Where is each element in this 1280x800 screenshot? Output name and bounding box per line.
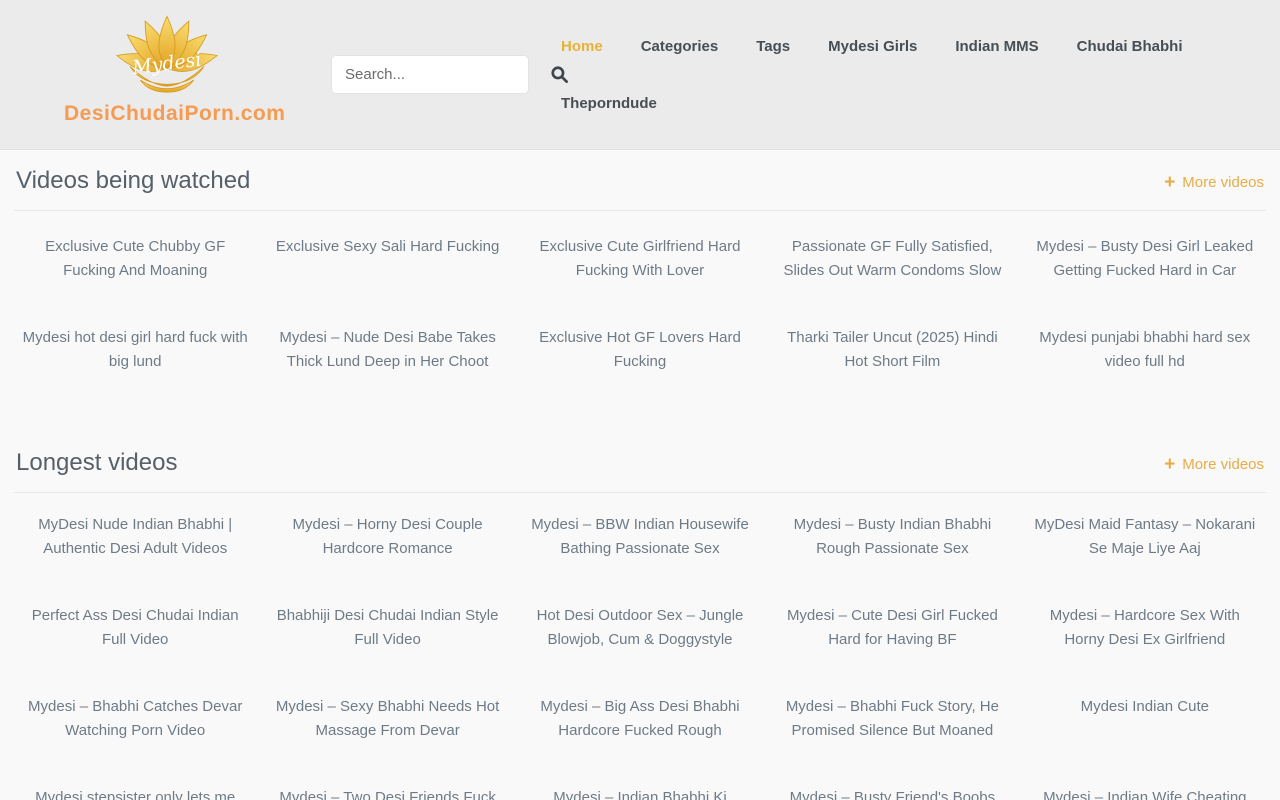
video-title-link[interactable]: Mydesi – Cute Desi Girl Fucked Hard for …: [771, 604, 1013, 652]
video-title-link[interactable]: Mydesi – Indian Bhabhi Ki Zabardast Chud…: [519, 786, 761, 800]
section-header: Longest videos + More videos: [14, 432, 1266, 493]
search-box: [332, 56, 528, 93]
video-title-link[interactable]: Exclusive Cute Chubby GF Fucking And Moa…: [14, 235, 256, 283]
video-title-link[interactable]: Mydesi – Nude Desi Babe Takes Thick Lund…: [266, 326, 508, 374]
more-videos-label: More videos: [1182, 454, 1264, 476]
video-title-link[interactable]: Tharki Tailer Uncut (2025) Hindi Hot Sho…: [771, 326, 1013, 374]
video-title-link[interactable]: Exclusive Cute Girlfriend Hard Fucking W…: [519, 235, 761, 283]
video-title-link[interactable]: Perfect Ass Desi Chudai Indian Full Vide…: [14, 604, 256, 652]
video-title-link[interactable]: Mydesi – Big Ass Desi Bhabhi Hardcore Fu…: [519, 695, 761, 743]
nav-item[interactable]: Theporndude: [561, 94, 657, 114]
video-title-link[interactable]: Mydesi – Hardcore Sex With Horny Desi Ex…: [1024, 604, 1266, 652]
video-title-link[interactable]: Exclusive Sexy Sali Hard Fucking: [266, 235, 508, 283]
more-videos-label: More videos: [1182, 172, 1264, 194]
video-title-link[interactable]: Mydesi – Horny Desi Couple Hardcore Roma…: [266, 513, 508, 561]
video-title-link[interactable]: Mydesi – Indian Wife Cheating with Neigh…: [1024, 786, 1266, 800]
video-title-link[interactable]: Hot Desi Outdoor Sex – Jungle Blowjob, C…: [519, 604, 761, 652]
nav-item[interactable]: Indian MMS: [955, 37, 1038, 57]
main-content: Videos being watched + More videos Exclu…: [0, 150, 1280, 800]
more-videos-link[interactable]: + More videos: [1164, 454, 1264, 478]
more-videos-link[interactable]: + More videos: [1164, 172, 1264, 196]
section-title: Longest videos: [16, 448, 177, 478]
video-title-link[interactable]: Mydesi Indian Cute: [1024, 695, 1266, 743]
site-logo[interactable]: Mydesi DesiChudaiPorn.com: [64, 12, 269, 126]
nav-item[interactable]: Mydesi Girls: [828, 37, 917, 57]
section-videos-being-watched: Videos being watched + More videos Exclu…: [14, 150, 1266, 417]
video-title-link[interactable]: MyDesi Nude Indian Bhabhi | Authentic De…: [14, 513, 256, 561]
video-title-link[interactable]: Mydesi punjabi bhabhi hard sex video ful…: [1024, 326, 1266, 374]
plus-icon: +: [1164, 456, 1175, 474]
video-title-link[interactable]: Mydesi stepsister only lets me touch her…: [14, 786, 256, 800]
nav-item[interactable]: Tags: [756, 37, 790, 57]
nav-item[interactable]: Categories: [641, 37, 719, 57]
site-name: DesiChudaiPorn.com: [64, 102, 269, 126]
site-header: Mydesi DesiChudaiPorn.com Home Categorie…: [0, 0, 1280, 150]
video-title-link[interactable]: Passionate GF Fully Satisfied, Slides Ou…: [771, 235, 1013, 283]
video-title-link[interactable]: MyDesi Maid Fantasy – Nokarani Se Maje L…: [1024, 513, 1266, 561]
video-title-link[interactable]: Mydesi – Busty Friend's Boobs and Bum To…: [771, 786, 1013, 800]
video-title-link[interactable]: Mydesi hot desi girl hard fuck with big …: [14, 326, 256, 374]
main-nav: Home Categories Tags Mydesi Girls Indian…: [561, 0, 1241, 114]
video-grid: MyDesi Nude Indian Bhabhi | Authentic De…: [14, 513, 1266, 800]
video-title-link[interactable]: Bhabhiji Desi Chudai Indian Style Full V…: [266, 604, 508, 652]
section-title: Videos being watched: [16, 166, 250, 196]
search-input[interactable]: [332, 66, 550, 83]
section-longest-videos: Longest videos + More videos MyDesi Nude…: [14, 432, 1266, 800]
nav-item[interactable]: Home: [561, 37, 603, 57]
section-header: Videos being watched + More videos: [14, 150, 1266, 211]
video-title-link[interactable]: Mydesi – Bhabhi Catches Devar Watching P…: [14, 695, 256, 743]
video-grid: Exclusive Cute Chubby GF Fucking And Moa…: [14, 235, 1266, 417]
nav-item[interactable]: Chudai Bhabhi: [1077, 37, 1183, 57]
video-title-link[interactable]: Mydesi – BBW Indian Housewife Bathing Pa…: [519, 513, 761, 561]
video-title-link[interactable]: Exclusive Hot GF Lovers Hard Fucking: [519, 326, 761, 374]
video-title-link[interactable]: Mydesi – Sexy Bhabhi Needs Hot Massage F…: [266, 695, 508, 743]
video-title-link[interactable]: Mydesi – Busty Desi Girl Leaked Getting …: [1024, 235, 1266, 283]
plus-icon: +: [1164, 174, 1175, 192]
video-title-link[interactable]: Mydesi – Two Desi Friends Fuck Horny Mai…: [266, 786, 508, 800]
lotus-logo-icon: Mydesi: [111, 12, 223, 100]
video-title-link[interactable]: Mydesi – Busty Indian Bhabhi Rough Passi…: [771, 513, 1013, 561]
video-title-link[interactable]: Mydesi – Bhabhi Fuck Story, He Promised …: [771, 695, 1013, 743]
